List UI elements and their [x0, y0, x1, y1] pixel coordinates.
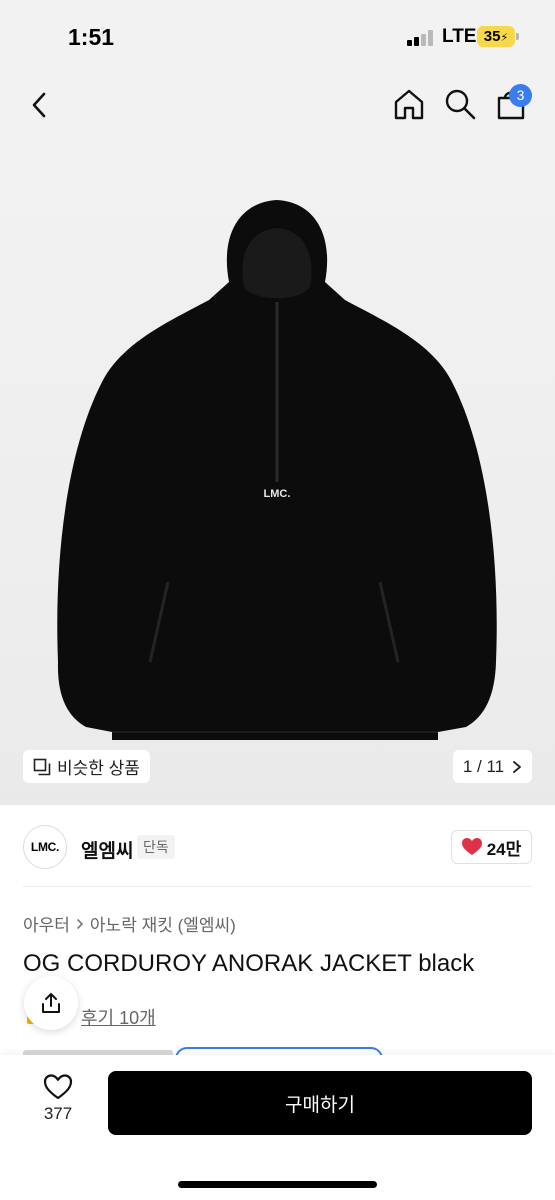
status-time: 1:51: [68, 24, 115, 50]
brand-row: LMC. 엘엠씨 단독 24만: [0, 805, 555, 887]
exclusive-tag: 단독: [137, 835, 175, 859]
heart-filled-icon: [461, 838, 482, 855]
pager-label: 1 / 11: [462, 756, 505, 776]
breadcrumb-item[interactable]: 아노락 재킷 (엘엠씨): [90, 911, 236, 936]
heart-outline-icon: [43, 1074, 73, 1100]
back-button[interactable]: [20, 85, 60, 125]
jacket-illustration: LMC.: [57, 200, 497, 740]
chevron-right-icon: [76, 918, 84, 929]
wishlist-count: 377: [43, 1104, 73, 1123]
home-icon: [394, 89, 424, 120]
divider: [23, 886, 532, 887]
cart-count-badge: 3: [509, 84, 532, 107]
breadcrumb: 아우터 아노락 재킷 (엘엠씨): [23, 911, 236, 936]
chevron-right-icon: [513, 760, 522, 773]
battery-icon: 35⚡: [477, 26, 515, 47]
copy-icon: [33, 758, 51, 775]
home-indicator: [178, 1181, 377, 1188]
breadcrumb-item[interactable]: 아우터: [23, 911, 70, 936]
product-title: OG CORDUROY ANORAK JACKET black: [23, 950, 475, 977]
network-label: LTE: [442, 26, 477, 47]
search-button[interactable]: [440, 84, 480, 124]
review-link[interactable]: 후기 10개: [81, 1004, 156, 1030]
jacket-print-label: LMC.: [264, 488, 291, 500]
home-button[interactable]: [389, 84, 429, 124]
share-icon: [42, 993, 60, 1013]
battery-level: 35: [483, 28, 501, 45]
buy-button[interactable]: 구매하기: [108, 1071, 532, 1135]
top-nav: [0, 72, 555, 142]
chevron-left-icon: [32, 92, 46, 118]
brand-name[interactable]: 엘엠씨: [81, 836, 133, 863]
similar-products-button[interactable]: 비슷한 상품: [23, 750, 150, 783]
wishlist-button[interactable]: 377: [30, 1073, 86, 1133]
search-icon: [445, 89, 476, 120]
brand-like-button[interactable]: 24만: [451, 830, 532, 864]
similar-products-label: 비슷한 상품: [57, 759, 140, 778]
status-bar: 1:51 LTE 35⚡: [0, 0, 555, 72]
gallery-pager[interactable]: 1 / 11: [453, 750, 532, 783]
brand-like-count: 24만: [486, 839, 522, 859]
product-image[interactable]: LMC.: [0, 142, 555, 805]
brand-logo[interactable]: LMC.: [23, 825, 67, 869]
signal-icon: [407, 30, 435, 46]
share-button[interactable]: [24, 976, 78, 1030]
